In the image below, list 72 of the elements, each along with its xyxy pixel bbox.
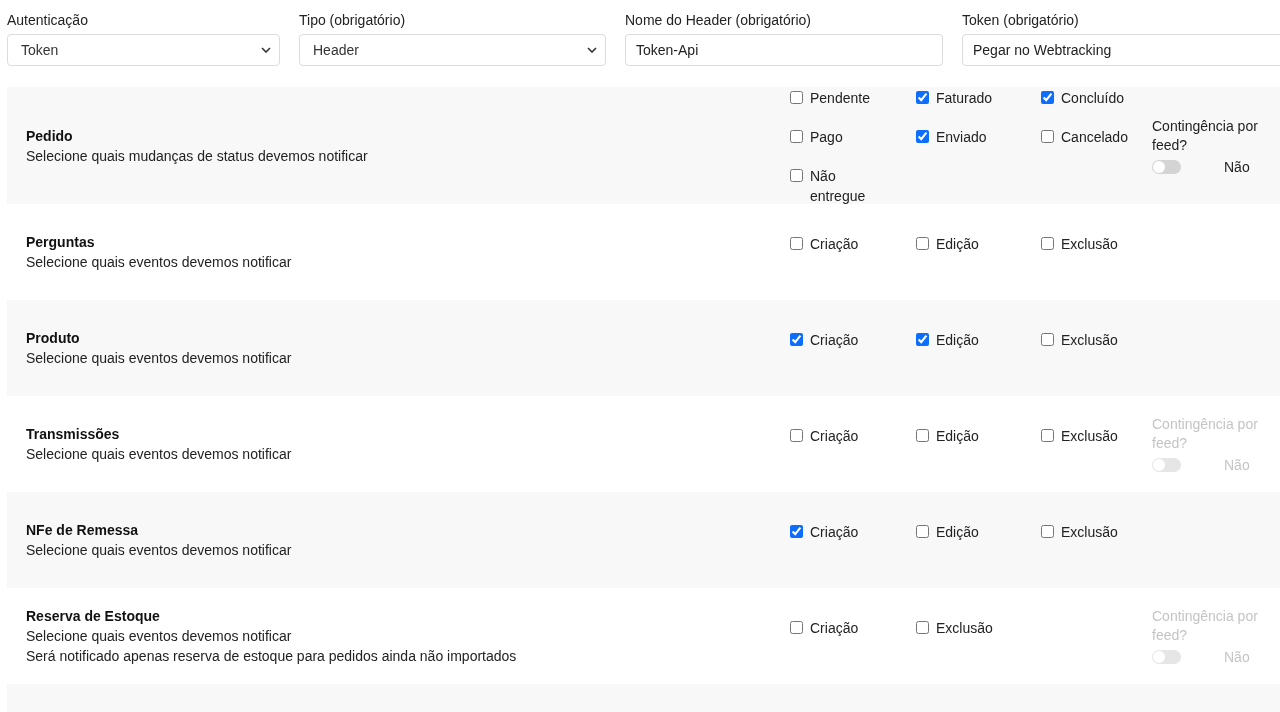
section-title: Reserva de Estoque <box>26 607 161 625</box>
chevron-down-icon <box>587 47 597 53</box>
checkbox-label: Exclusão <box>1061 522 1118 542</box>
checkbox[interactable] <box>790 91 803 104</box>
section-description: Será notificado apenas reserva de estoque para pedidos ainda não importados <box>26 647 518 665</box>
section-description: Selecione quais eventos devemos notificar <box>26 627 293 645</box>
checkbox[interactable] <box>790 169 803 182</box>
checkbox-label: Criação <box>810 330 859 350</box>
section-title: Perguntas <box>26 233 96 251</box>
toggle-switch[interactable] <box>1152 159 1181 174</box>
select-field[interactable]: Header <box>299 34 606 66</box>
checkbox-label: Edição <box>936 522 979 542</box>
section-description: Selecione quais eventos devemos notificar <box>26 445 293 463</box>
input-field[interactable]: Pegar no Webtracking <box>962 34 1280 66</box>
checkbox-label: Edição <box>936 330 979 350</box>
checkbox-label: Enviado <box>936 128 987 147</box>
checkbox-label: Pendente <box>810 89 870 108</box>
field-label: Autenticação <box>7 12 89 29</box>
toggle-value: Não <box>1224 158 1250 175</box>
field-label: Nome do Header (obrigatório) <box>625 12 812 29</box>
checkbox-label: Exclusão <box>1061 330 1118 350</box>
checkbox[interactable] <box>1041 91 1054 104</box>
chevron-down-icon <box>261 47 271 53</box>
checkbox[interactable] <box>790 332 803 346</box>
checkbox[interactable] <box>916 524 929 538</box>
checkbox-label: Criação <box>810 618 859 638</box>
checkbox[interactable] <box>916 91 929 104</box>
checkbox[interactable] <box>790 236 803 250</box>
checkbox[interactable] <box>916 130 929 143</box>
contingency-label: Contingência por feed? <box>1152 415 1259 453</box>
checkbox-label: Concluído <box>1061 89 1125 108</box>
checkbox-label: Criação <box>810 234 859 254</box>
checkbox-label: Edição <box>936 234 979 254</box>
checkbox-label: Exclusão <box>1061 426 1118 446</box>
checkbox[interactable] <box>916 332 929 346</box>
section-description: Selecione quais mudanças de status devemos notificar <box>26 146 369 165</box>
checkbox[interactable] <box>1041 332 1054 346</box>
checkbox-label: Exclusão <box>936 618 993 638</box>
checkbox[interactable] <box>1041 236 1054 250</box>
section-description: Selecione quais eventos devemos notificar <box>26 349 293 367</box>
input-field[interactable]: Token-Api <box>625 34 943 66</box>
section-title: Transmissões <box>26 425 121 443</box>
section-title: NFe de Remessa <box>26 521 140 539</box>
checkbox[interactable] <box>790 524 803 538</box>
checkbox[interactable] <box>1041 428 1054 442</box>
checkbox-label: Pago <box>810 128 843 147</box>
checkbox-label: Exclusão <box>1061 234 1118 254</box>
checkbox[interactable] <box>1041 130 1054 143</box>
field-label: Tipo (obrigatório) <box>299 12 407 29</box>
checkbox[interactable] <box>916 428 929 442</box>
section-title: Pedido <box>26 126 74 145</box>
field-label: Token (obrigatório) <box>962 12 1080 29</box>
section-description: Selecione quais eventos devemos notificar <box>26 541 293 559</box>
checkbox-label: Criação <box>810 522 859 542</box>
checkbox[interactable] <box>790 620 803 634</box>
checkbox-label: Cancelado <box>1061 128 1128 147</box>
checkbox[interactable] <box>790 428 803 442</box>
section-title: Produto <box>26 329 81 347</box>
toggle-value: Não <box>1224 649 1250 665</box>
checkbox-label: Edição <box>936 426 979 446</box>
checkbox[interactable] <box>916 236 929 250</box>
checkbox[interactable] <box>790 130 803 143</box>
contingency-label: Contingência por feed? <box>1152 116 1259 155</box>
checkbox[interactable] <box>916 620 929 634</box>
toggle-value: Não <box>1224 457 1250 473</box>
checkbox[interactable] <box>1041 524 1054 538</box>
checkbox-label: Não entregue <box>810 167 867 206</box>
contingency-label: Contingência por feed? <box>1152 607 1259 645</box>
checkbox-label: Faturado <box>936 89 993 108</box>
select-field[interactable]: Token <box>7 34 280 66</box>
checkbox-label: Criação <box>810 426 859 446</box>
section-description: Selecione quais eventos devemos notificar <box>26 253 293 271</box>
